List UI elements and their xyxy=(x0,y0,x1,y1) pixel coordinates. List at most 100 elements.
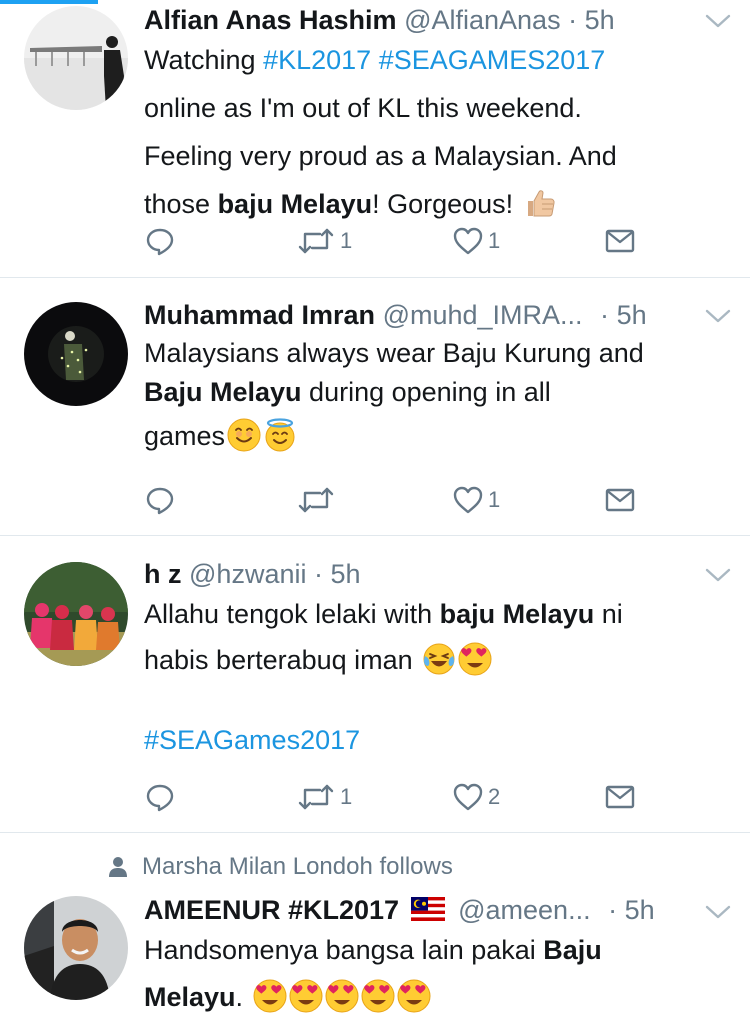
like-button[interactable]: 2 xyxy=(452,780,500,814)
avatar-photo-icon xyxy=(24,302,128,406)
heart-eyes-emoji xyxy=(458,642,492,676)
hashtag-link[interactable]: #SEAGAMES2017 xyxy=(379,45,606,75)
separator-dot: · xyxy=(568,5,578,35)
tweet-header: Muhammad Imran @muhd_IMRA... · 5h xyxy=(144,297,702,333)
tears-of-joy-emoji xyxy=(422,642,456,676)
retweet-icon xyxy=(296,781,336,813)
author-handle[interactable]: @muhd_IMRA... xyxy=(383,300,583,330)
reply-button[interactable] xyxy=(144,224,176,258)
text-segment: Allahu tengok lelaki with xyxy=(144,599,440,629)
retweet-icon xyxy=(296,484,336,516)
hashtag-link[interactable]: #KL2017 xyxy=(263,45,371,75)
like-button[interactable]: 1 xyxy=(452,483,500,517)
separator-dot: · xyxy=(608,895,618,925)
reply-icon xyxy=(144,781,176,813)
reply-icon xyxy=(144,484,176,516)
tweet-alfian[interactable]: Alfian Anas Hashim @AlfianAnas · 5h Watc… xyxy=(0,0,750,278)
text-segment: during opening in all xyxy=(301,377,551,407)
tweet-actions: 1 xyxy=(144,483,644,517)
author-handle[interactable]: @AlfianAnas xyxy=(404,5,561,35)
timestamp: 5h xyxy=(616,300,647,330)
direct-message-button[interactable] xyxy=(604,224,636,258)
author-name[interactable]: AMEENUR #KL2017 xyxy=(144,895,399,925)
separator-dot: · xyxy=(313,559,323,589)
tweet-actions: 1 2 xyxy=(144,780,644,814)
direct-message-button[interactable] xyxy=(604,483,636,517)
bold-text: Baju Melayu xyxy=(144,377,302,407)
retweet-icon xyxy=(296,225,336,257)
heart-icon xyxy=(452,484,484,516)
tweet-muhammad[interactable]: Muhammad Imran @muhd_IMRA... · 5h Malays… xyxy=(0,278,750,536)
heart-eyes-emoji xyxy=(361,979,395,1013)
direct-message-button[interactable] xyxy=(604,780,636,814)
heart-eyes-emoji xyxy=(397,979,431,1013)
chevron-down-icon[interactable] xyxy=(704,10,732,32)
avatar[interactable] xyxy=(24,302,128,406)
heart-eyes-emoji xyxy=(289,979,323,1013)
tweet-header: h z @hzwanii · 5h xyxy=(144,556,702,592)
reply-icon xyxy=(144,225,176,257)
avatar-photo-icon xyxy=(24,562,128,666)
smiling-face-emoji xyxy=(227,418,261,452)
text-segment: habis berterabuq iman xyxy=(144,645,413,675)
retweet-button[interactable] xyxy=(296,483,340,517)
bold-text: baju Melayu xyxy=(217,189,373,219)
tweet-ameenur[interactable]: Marsha Milan Londoh follows AMEENUR #KL2… xyxy=(0,833,750,1029)
like-button[interactable]: 1 xyxy=(452,224,500,258)
malaysia-flag-icon xyxy=(410,897,445,921)
avatar-photo-icon xyxy=(24,6,128,110)
author-handle[interactable]: @hzwanii xyxy=(189,559,306,589)
bold-text: Baju xyxy=(543,935,602,965)
text-line: Feeling very proud as a Malaysian. And xyxy=(144,141,617,171)
like-count: 1 xyxy=(488,487,501,512)
tweet-text: Watching #KL2017 #SEAGAMES2017 online as… xyxy=(144,36,734,228)
separator-dot: · xyxy=(600,300,610,330)
retweet-button[interactable]: 1 xyxy=(296,780,352,814)
bold-text: Melayu xyxy=(144,982,236,1012)
author-handle[interactable]: @ameen... xyxy=(458,895,590,925)
reply-button[interactable] xyxy=(144,780,176,814)
social-context-label: Marsha Milan Londoh follows xyxy=(142,853,453,880)
like-count: 1 xyxy=(488,228,501,253)
avatar[interactable] xyxy=(24,562,128,666)
text-segment: Watching xyxy=(144,45,264,75)
text-segment: those xyxy=(144,189,218,219)
text-segment: games xyxy=(144,421,226,451)
timestamp: 5h xyxy=(624,895,655,925)
heart-eyes-emoji xyxy=(253,979,287,1013)
tweet-header: AMEENUR #KL2017 @ameen... · 5h xyxy=(144,892,702,928)
tweet-text: Handsomenya bangsa lain pakai Baju Melay… xyxy=(144,927,734,1021)
text-segment: Handsomenya bangsa lain pakai xyxy=(144,935,544,965)
halo-face-emoji xyxy=(263,418,297,452)
text-segment: . xyxy=(235,982,244,1012)
avatar-photo-icon xyxy=(24,896,128,1000)
chevron-down-icon[interactable] xyxy=(704,305,732,327)
heart-icon xyxy=(452,225,484,257)
person-icon xyxy=(109,857,127,877)
text-segment: ni xyxy=(594,599,623,629)
timestamp: 5h xyxy=(330,559,361,589)
chevron-down-icon[interactable] xyxy=(704,901,732,923)
retweet-count: 1 xyxy=(340,228,353,253)
tweet-header: Alfian Anas Hashim @AlfianAnas · 5h xyxy=(144,2,702,38)
tweet-text: Allahu tengok lelaki with baju Melayu ni… xyxy=(144,592,734,762)
author-name[interactable]: Alfian Anas Hashim xyxy=(144,5,397,35)
reply-button[interactable] xyxy=(144,483,176,517)
mail-icon xyxy=(604,484,636,516)
tweet-hz[interactable]: h z @hzwanii · 5h Allahu tengok lelaki w… xyxy=(0,536,750,833)
mail-icon xyxy=(604,225,636,257)
avatar[interactable] xyxy=(24,6,128,110)
social-context[interactable]: Marsha Milan Londoh follows xyxy=(108,851,453,883)
heart-icon xyxy=(452,781,484,813)
heart-eyes-emoji xyxy=(325,979,359,1013)
chevron-down-icon[interactable] xyxy=(704,564,732,586)
author-name[interactable]: h z xyxy=(144,559,182,589)
thumbs-up-emoji xyxy=(523,186,557,220)
text-line: Malaysians always wear Baju Kurung and xyxy=(144,338,644,368)
avatar[interactable] xyxy=(24,896,128,1000)
tweet-actions: 1 1 xyxy=(144,224,644,258)
author-name[interactable]: Muhammad Imran xyxy=(144,300,375,330)
mail-icon xyxy=(604,781,636,813)
hashtag-link[interactable]: #SEAGames2017 xyxy=(144,725,360,755)
retweet-button[interactable]: 1 xyxy=(296,224,352,258)
